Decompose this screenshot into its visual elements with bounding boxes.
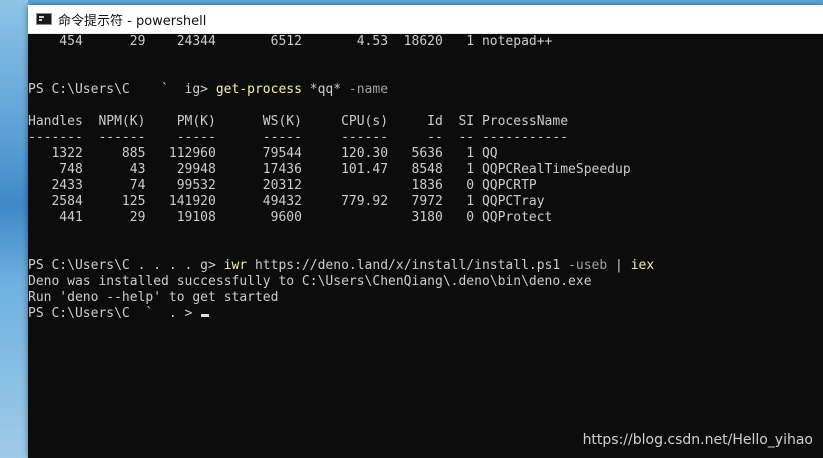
title-bar[interactable]: 命令提示符 - powershell	[28, 5, 823, 34]
output-text: Deno was installed successfully to C:\Us…	[28, 274, 592, 289]
command-name: iex	[630, 258, 655, 273]
prompt-text: PS C:\Users\C ` . >	[28, 306, 201, 321]
command-pipe: |	[607, 258, 631, 273]
output-line: Run 'deno --help' to get started	[28, 290, 823, 306]
output-text: Run 'deno --help' to get started	[28, 290, 279, 305]
desktop-background	[0, 0, 28, 458]
command-parameter: -useb	[560, 258, 608, 273]
output-line: ------- ------ ----- ----- ------ -- -- …	[28, 130, 823, 146]
output-line: 2433 74 99532 20312 1836 0 QQPCRTP	[28, 178, 823, 194]
prompt-line: PS C:\Users\C ` ig> get-process *qq* -na…	[28, 82, 823, 98]
watermark-text: https://blog.csdn.net/Hello_yihao	[582, 432, 813, 448]
output-line: 441 29 19108 9600 3180 0 QQProtect	[28, 210, 823, 226]
output-line: 2584 125 141920 49432 779.92 7972 1 QQPC…	[28, 194, 823, 210]
output-line: 748 43 29948 17436 101.47 8548 1 QQPCRea…	[28, 162, 823, 178]
command-args: https://deno.land/x/install/install.ps1	[247, 258, 561, 273]
output-text: 1322 885 112960 79544 120.30 5636 1 QQ	[28, 146, 498, 161]
prompt-line: PS C:\Users\C ` . >	[28, 306, 823, 322]
command-args: *qq*	[301, 82, 342, 97]
output-text: 748 43 29948 17436 101.47 8548 1 QQPCRea…	[28, 162, 631, 177]
output-line: 1322 885 112960 79544 120.30 5636 1 QQ	[28, 146, 823, 162]
output-line: 454 29 24344 6512 4.53 18620 1 notepad++	[28, 34, 823, 50]
output-text: 2433 74 99532 20312 1836 0 QQPCRTP	[28, 178, 537, 193]
output-line: Handles NPM(K) PM(K) WS(K) CPU(s) Id SI …	[28, 114, 823, 130]
console-output[interactable]: 454 29 24344 6512 4.53 18620 1 notepad++…	[28, 34, 823, 458]
output-text: Handles NPM(K) PM(K) WS(K) CPU(s) Id SI …	[28, 114, 569, 129]
prompt-line: PS C:\Users\C . . . . g> iwr https://den…	[28, 258, 823, 274]
command-name: get-process	[215, 82, 302, 97]
output-text: 441 29 19108 9600 3180 0 QQProtect	[28, 210, 553, 225]
output-text: 2584 125 141920 49432 779.92 7972 1 QQPC…	[28, 194, 545, 209]
command-name: iwr	[223, 258, 248, 273]
output-text: ------- ------ ----- ----- ------ -- -- …	[28, 130, 569, 145]
prompt-text: PS C:\Users\C ` ig>	[28, 82, 216, 97]
powershell-window: 命令提示符 - powershell 454 29 24344 6512 4.5…	[28, 5, 823, 458]
console-app-icon	[36, 13, 52, 25]
window-title: 命令提示符 - powershell	[58, 13, 207, 29]
prompt-text: PS C:\Users\C . . . . g>	[28, 258, 224, 273]
output-line: Deno was installed successfully to C:\Us…	[28, 274, 823, 290]
text-cursor	[201, 314, 210, 317]
output-text: 454 29 24344 6512 4.53 18620 1 notepad++	[28, 34, 553, 49]
command-parameter: -name	[341, 82, 389, 97]
